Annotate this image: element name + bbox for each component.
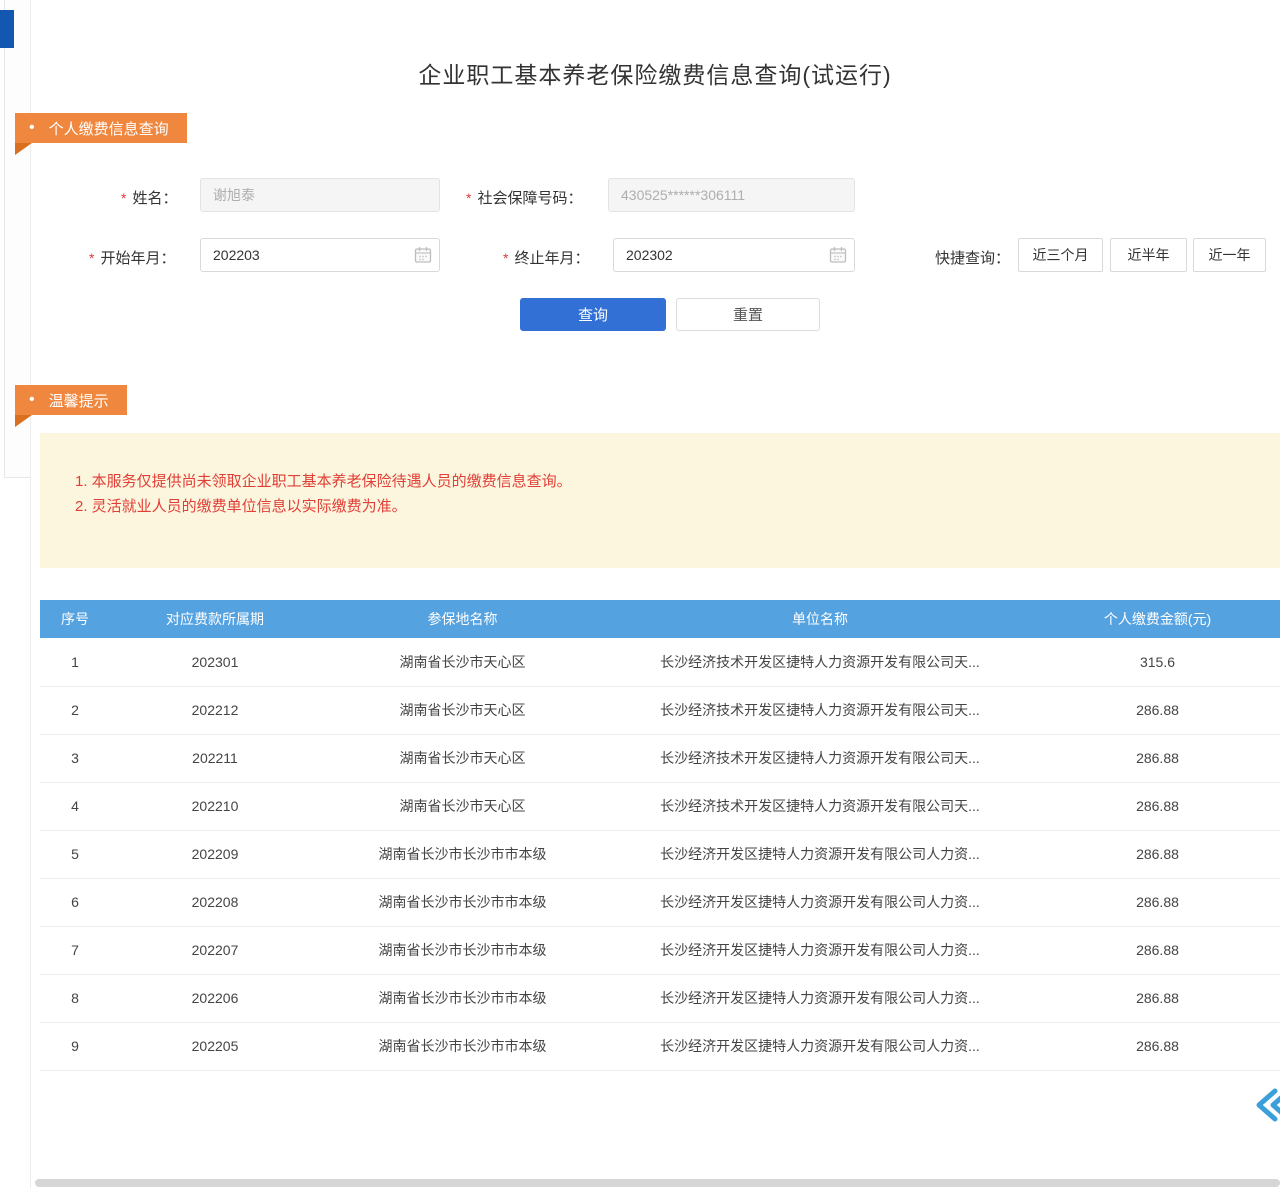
header-amount: 个人缴费金额(元) [1035,600,1280,638]
required-asterisk: * [466,190,471,206]
ssn-label: *社会保障号码： [466,187,582,208]
cell-insured-place: 湖南省长沙市长沙市市本级 [320,830,605,878]
cell-period: 202206 [110,974,320,1022]
ssn-input [608,178,855,212]
cell-seq: 4 [40,782,110,830]
header-period: 对应费款所属期 [110,600,320,638]
end-month-field [613,238,855,272]
cell-period: 202211 [110,734,320,782]
cell-insured-place: 湖南省长沙市天心区 [320,686,605,734]
cell-amount: 286.88 [1035,686,1280,734]
name-input [200,178,440,212]
section-header-personal-query: • 个人缴费信息查询 [15,113,187,143]
bullet-icon: • [29,120,35,136]
cell-amount: 286.88 [1035,734,1280,782]
sidebar-blue-block [0,10,14,48]
cell-seq: 9 [40,1022,110,1070]
quick-query-one-year-button[interactable]: 近一年 [1193,238,1266,272]
start-month-field [200,238,440,272]
cell-period: 202207 [110,926,320,974]
section-header-label: 温馨提示 [49,390,109,411]
cell-insured-place: 湖南省长沙市长沙市市本级 [320,926,605,974]
table-row: 8 202206 湖南省长沙市长沙市市本级 长沙经济开发区捷特人力资源开发有限公… [40,974,1280,1022]
cell-amount: 286.88 [1035,974,1280,1022]
table-row: 9 202205 湖南省长沙市长沙市市本级 长沙经济开发区捷特人力资源开发有限公… [40,1022,1280,1070]
cell-employer: 长沙经济开发区捷特人力资源开发有限公司人力资... [605,878,1035,926]
header-seq: 序号 [40,600,110,638]
tips-notice-box: 1. 本服务仅提供尚未领取企业职工基本养老保险待遇人员的缴费信息查询。 2. 灵… [40,433,1280,568]
table-body: 1 202301 湖南省长沙市天心区 长沙经济技术开发区捷特人力资源开发有限公司… [40,638,1280,1070]
reset-button[interactable]: 重置 [676,298,820,331]
cell-insured-place: 湖南省长沙市天心区 [320,782,605,830]
table-row: 3 202211 湖南省长沙市天心区 长沙经济技术开发区捷特人力资源开发有限公司… [40,734,1280,782]
cell-employer: 长沙经济技术开发区捷特人力资源开发有限公司天... [605,686,1035,734]
cell-amount: 286.88 [1035,878,1280,926]
cell-employer: 长沙经济开发区捷特人力资源开发有限公司人力资... [605,830,1035,878]
section-header-label: 个人缴费信息查询 [49,118,169,139]
cell-seq: 2 [40,686,110,734]
bullet-icon: • [29,392,35,408]
table-row: 4 202210 湖南省长沙市天心区 长沙经济技术开发区捷特人力资源开发有限公司… [40,782,1280,830]
start-month-input[interactable] [200,238,440,272]
required-asterisk: * [121,190,126,206]
cell-seq: 7 [40,926,110,974]
double-chevron-left-icon[interactable] [1253,1083,1280,1127]
header-insured-place: 参保地名称 [320,600,605,638]
payment-table: 序号 对应费款所属期 参保地名称 单位名称 个人缴费金额(元) 1 202301… [40,600,1280,1071]
calendar-icon[interactable] [829,246,847,264]
table-header-row: 序号 对应费款所属期 参保地名称 单位名称 个人缴费金额(元) [40,600,1280,638]
cell-period: 202301 [110,638,320,686]
quick-query-label: 快捷查询： [935,247,1010,268]
cell-seq: 5 [40,830,110,878]
calendar-icon[interactable] [414,246,432,264]
cell-insured-place: 湖南省长沙市天心区 [320,734,605,782]
cell-period: 202205 [110,1022,320,1070]
cell-period: 202208 [110,878,320,926]
cell-seq: 6 [40,878,110,926]
cell-period: 202210 [110,782,320,830]
quick-query-3-months-button[interactable]: 近三个月 [1018,238,1103,272]
table-row: 2 202212 湖南省长沙市天心区 长沙经济技术开发区捷特人力资源开发有限公司… [40,686,1280,734]
cell-insured-place: 湖南省长沙市天心区 [320,638,605,686]
name-label: *姓名： [121,187,177,208]
cell-period: 202209 [110,830,320,878]
end-month-input[interactable] [613,238,855,272]
tips-line: 1. 本服务仅提供尚未领取企业职工基本养老保险待遇人员的缴费信息查询。 [75,469,1260,494]
cell-insured-place: 湖南省长沙市长沙市市本级 [320,878,605,926]
cell-employer: 长沙经济技术开发区捷特人力资源开发有限公司天... [605,782,1035,830]
cell-insured-place: 湖南省长沙市长沙市市本级 [320,974,605,1022]
required-asterisk: * [89,250,94,266]
header-employer: 单位名称 [605,600,1035,638]
cell-amount: 286.88 [1035,1022,1280,1070]
page: 企业职工基本养老保险缴费信息查询(试运行) • 个人缴费信息查询 *姓名： *社… [0,0,1280,1188]
cell-period: 202212 [110,686,320,734]
cell-employer: 长沙经济开发区捷特人力资源开发有限公司人力资... [605,1022,1035,1070]
query-button[interactable]: 查询 [520,298,666,331]
cell-employer: 长沙经济开发区捷特人力资源开发有限公司人力资... [605,974,1035,1022]
horizontal-scrollbar[interactable] [35,1179,1280,1187]
table-row: 1 202301 湖南省长沙市天心区 长沙经济技术开发区捷特人力资源开发有限公司… [40,638,1280,686]
cell-seq: 8 [40,974,110,1022]
section-header-tips: • 温馨提示 [15,385,127,415]
cell-amount: 315.6 [1035,638,1280,686]
cell-amount: 286.88 [1035,782,1280,830]
cell-employer: 长沙经济开发区捷特人力资源开发有限公司人力资... [605,926,1035,974]
cell-amount: 286.88 [1035,926,1280,974]
table-row: 7 202207 湖南省长沙市长沙市市本级 长沙经济开发区捷特人力资源开发有限公… [40,926,1280,974]
cell-seq: 3 [40,734,110,782]
end-month-label: *终止年月： [503,247,589,268]
table-row: 6 202208 湖南省长沙市长沙市市本级 长沙经济开发区捷特人力资源开发有限公… [40,878,1280,926]
cell-amount: 286.88 [1035,830,1280,878]
start-month-label: *开始年月： [89,247,175,268]
page-title: 企业职工基本养老保险缴费信息查询(试运行) [30,56,1280,90]
table-row: 5 202209 湖南省长沙市长沙市市本级 长沙经济开发区捷特人力资源开发有限公… [40,830,1280,878]
cell-seq: 1 [40,638,110,686]
cell-employer: 长沙经济技术开发区捷特人力资源开发有限公司天... [605,638,1035,686]
required-asterisk: * [503,250,508,266]
tips-line: 2. 灵活就业人员的缴费单位信息以实际缴费为准。 [75,494,1260,519]
cell-employer: 长沙经济技术开发区捷特人力资源开发有限公司天... [605,734,1035,782]
quick-query-half-year-button[interactable]: 近半年 [1110,238,1187,272]
cell-insured-place: 湖南省长沙市长沙市市本级 [320,1022,605,1070]
